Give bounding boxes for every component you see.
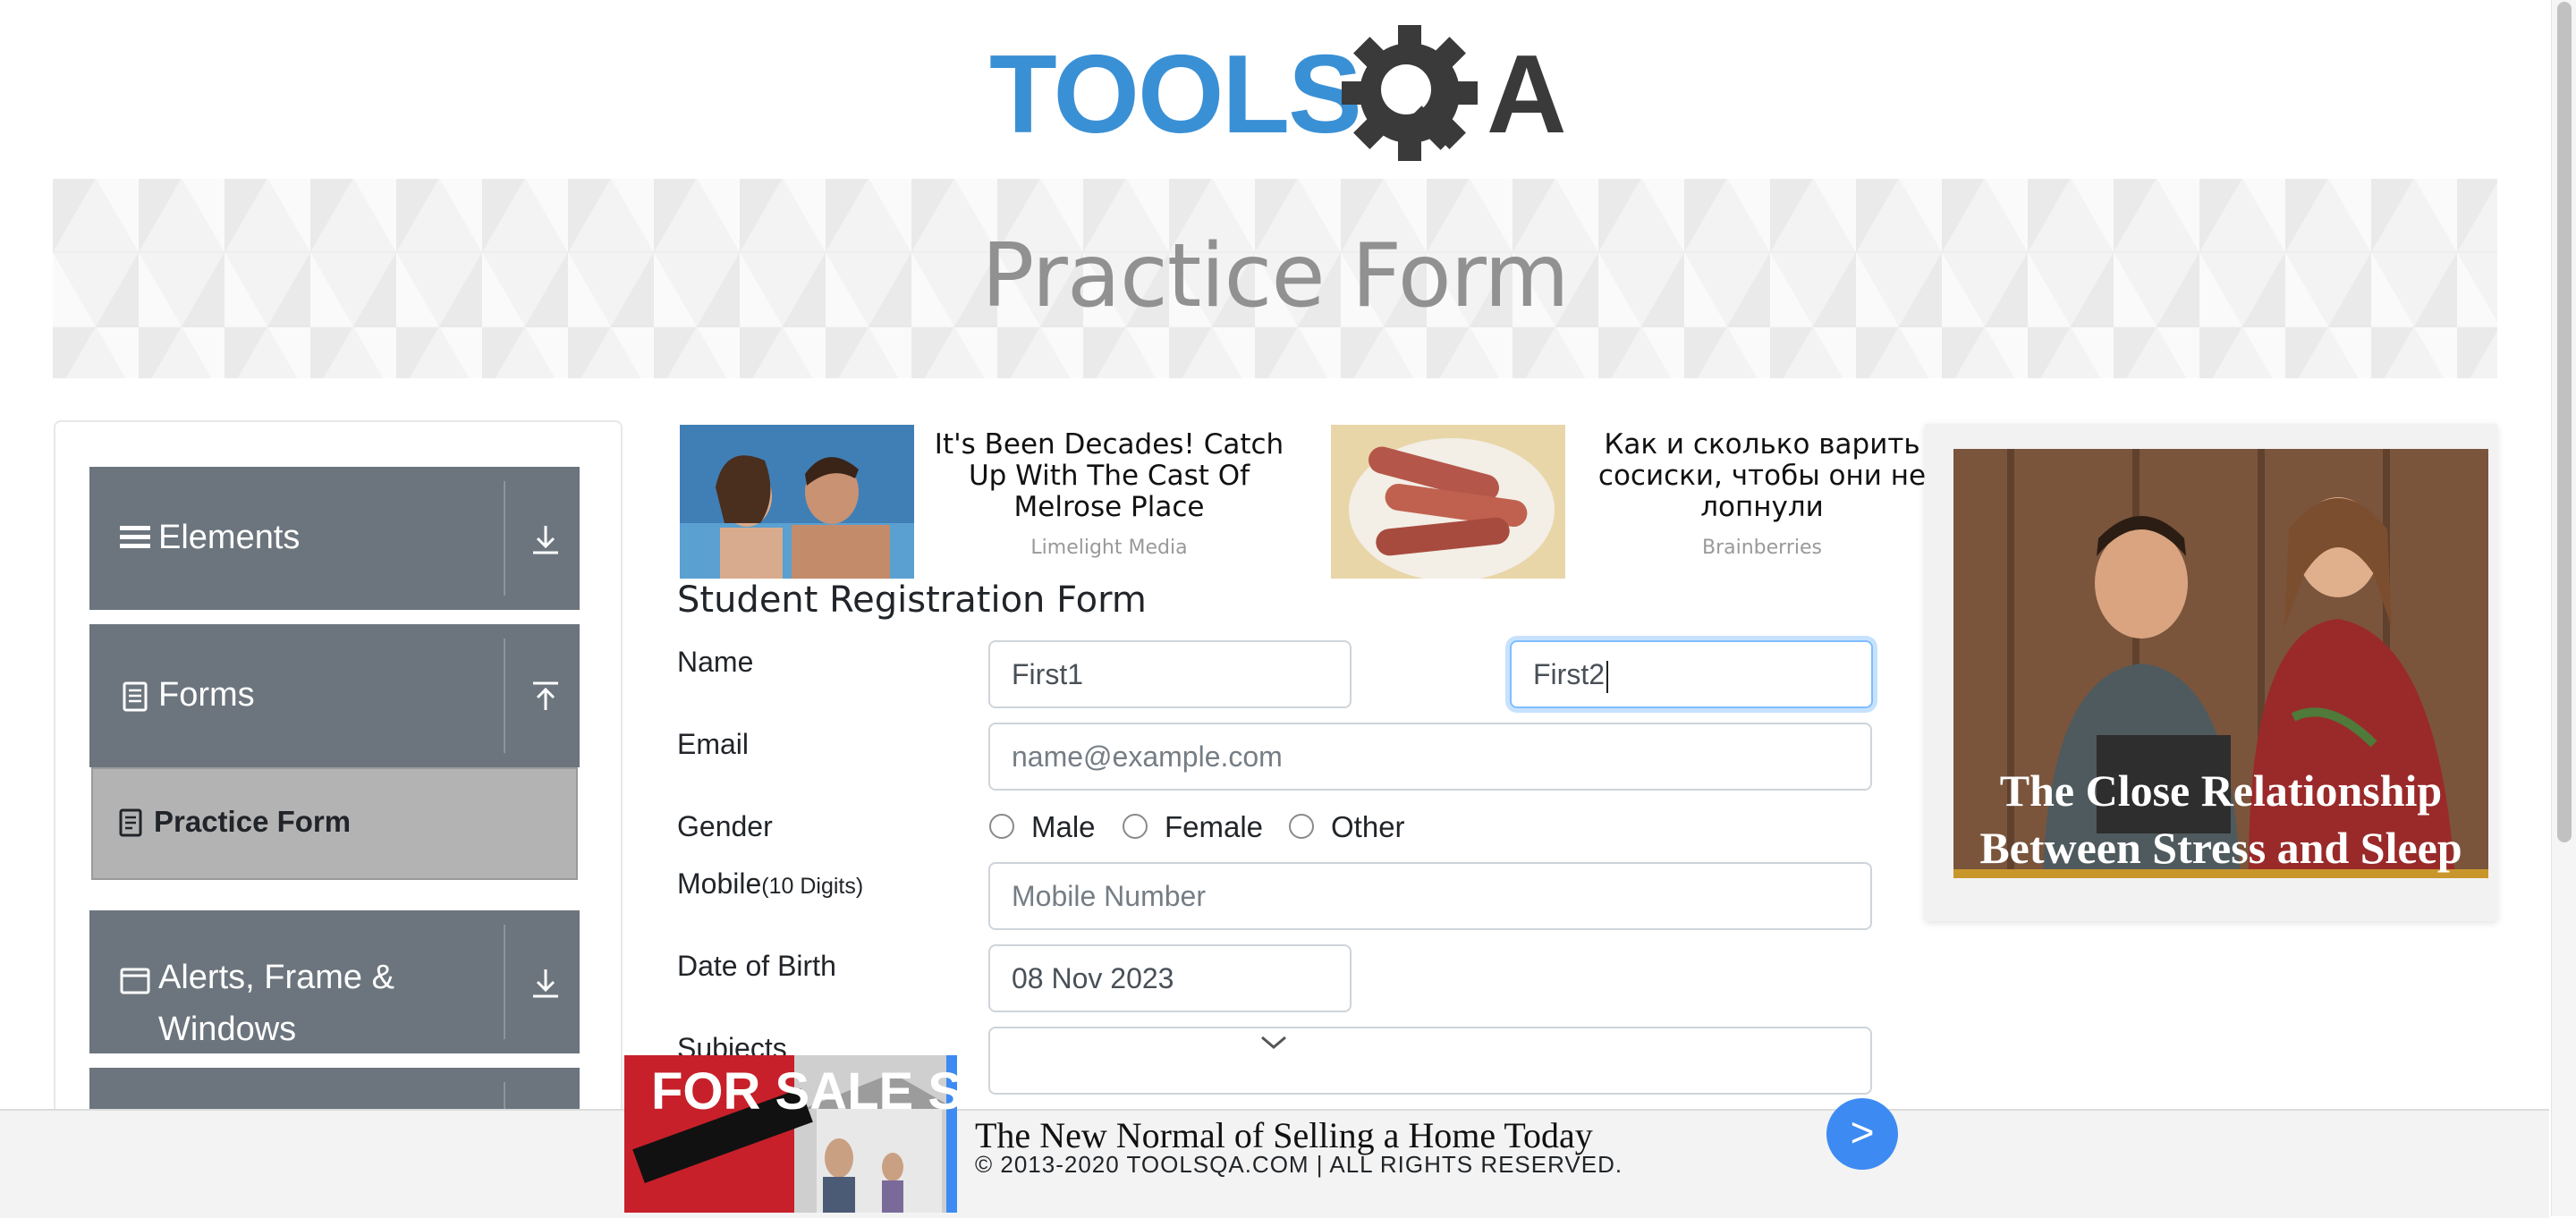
sidebar-group-forms[interactable]: Forms: [89, 624, 580, 767]
first-name-input[interactable]: First1: [988, 640, 1352, 708]
ad-title[interactable]: Как и сколько варить сосиски, чтобы они …: [1574, 429, 1950, 523]
text-caret: [1606, 660, 1608, 693]
gender-other-label[interactable]: Other: [1331, 810, 1405, 844]
gender-female-label[interactable]: Female: [1165, 810, 1263, 844]
download-icon[interactable]: [528, 522, 564, 558]
window-icon: [120, 968, 150, 994]
logo-text-left: TOOLS: [989, 33, 1360, 156]
sidebar-group-label: Elements: [158, 519, 301, 556]
mobile-input[interactable]: Mobile Number: [988, 862, 1872, 930]
form-icon: [119, 808, 142, 837]
last-name-value: First2: [1533, 658, 1605, 690]
logo-graphic: TOOLS A: [989, 25, 1567, 161]
email-input[interactable]: name@example.com: [988, 723, 1872, 791]
sidebar-group-alerts-frame-windows[interactable]: Alerts, Frame & Windows: [89, 910, 580, 1053]
page-title: Practice Form: [981, 225, 1569, 327]
sidebar-group-label: Forms: [158, 676, 255, 714]
sidebar-group-label-line2: Windows: [158, 1011, 297, 1048]
page-banner: Practice Form: [53, 179, 2497, 378]
dob-label: Date of Birth: [677, 950, 836, 982]
name-label: Name: [677, 646, 754, 678]
scrollbar-thumb[interactable]: [2557, 2, 2572, 842]
subjects-input[interactable]: [988, 1027, 1872, 1095]
footer-ad-title[interactable]: The New Normal of Selling a Home Today: [975, 1114, 1593, 1156]
copyright-text: © 2013-2020 TOOLSQA.COM | ALL RIGHTS RES…: [975, 1151, 1623, 1178]
logo-text-right: A: [1487, 33, 1567, 156]
toolsqa-logo[interactable]: TOOLS A: [989, 25, 1567, 163]
download-icon[interactable]: [528, 966, 564, 1002]
ad-source: Brainberries: [1702, 537, 1822, 559]
ad-image-sausages[interactable]: [1331, 425, 1565, 579]
side-ad-caption: The Close Relationship Between Stress an…: [1979, 765, 2462, 873]
mobile-hint: (10 Digits): [761, 874, 864, 899]
page-scrollbar[interactable]: [2551, 0, 2576, 1216]
group-divider: [504, 639, 505, 753]
footer-ad-go-button[interactable]: >: [1826, 1098, 1898, 1170]
chevron-down-icon[interactable]: [1258, 1032, 1289, 1052]
last-name-input[interactable]: First2: [1510, 640, 1873, 708]
gender-female-radio[interactable]: [1123, 814, 1148, 839]
sidebar-item-label: Practice Form: [154, 805, 352, 838]
form-title: Student Registration Form: [677, 579, 1147, 621]
gear-icon: [1342, 25, 1478, 161]
dob-input[interactable]: 08 Nov 2023: [988, 944, 1352, 1012]
document-icon: [123, 681, 148, 712]
footer-ad-image[interactable]: FOR SALE SOLD: [624, 1055, 957, 1213]
ad-image-melrose[interactable]: [680, 425, 914, 579]
gender-male-radio[interactable]: [989, 814, 1014, 839]
footer-ad-sign-text: FOR SALE SOLD: [651, 1062, 957, 1121]
menu-icon: [120, 526, 150, 548]
ad-source: Limelight Media: [1030, 537, 1188, 559]
mobile-label-text: Mobile: [677, 867, 762, 900]
sidebar-group-elements[interactable]: Elements: [89, 467, 580, 610]
sidebar-group-label-line1: Alerts, Frame &: [158, 959, 394, 996]
upload-icon[interactable]: [528, 680, 564, 715]
email-label: Email: [677, 728, 750, 760]
gender-other-radio[interactable]: [1289, 814, 1314, 839]
mobile-label: Mobile(10 Digits): [677, 867, 863, 901]
gender-label: Gender: [677, 810, 773, 842]
gender-male-label[interactable]: Male: [1031, 810, 1096, 844]
group-divider: [504, 481, 505, 596]
group-divider: [504, 925, 505, 1039]
ad-title[interactable]: It's Been Decades! Catch Up With The Cas…: [921, 429, 1297, 523]
sidebar-item-practice-form[interactable]: Practice Form: [91, 767, 578, 880]
